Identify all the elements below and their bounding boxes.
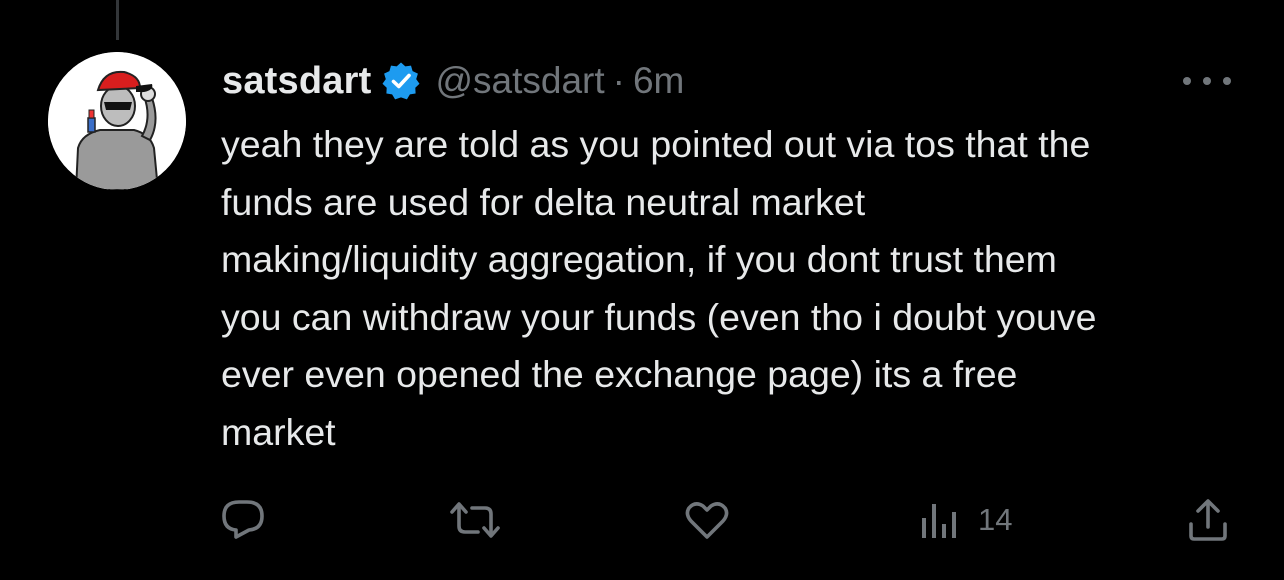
tweet-header: satsdart @satsdart · 6m — [222, 56, 684, 106]
more-dot — [1223, 77, 1231, 85]
views-count: 14 — [978, 502, 1013, 537]
avatar[interactable] — [48, 52, 186, 190]
views-icon — [922, 504, 956, 538]
reply-icon — [222, 500, 264, 539]
tweet-text: yeah they are told as you pointed out vi… — [221, 123, 1097, 453]
views-button[interactable]: 14 — [918, 500, 1012, 540]
avatar-illustration — [48, 52, 186, 190]
verified-badge-icon — [381, 61, 421, 101]
display-name[interactable]: satsdart — [222, 60, 371, 103]
share-button[interactable] — [1186, 498, 1230, 542]
retweet-icon — [450, 502, 500, 538]
user-handle[interactable]: @satsdart — [435, 60, 604, 102]
more-options-icon[interactable] — [1183, 66, 1231, 96]
share-icon — [1189, 499, 1227, 541]
more-dot — [1203, 77, 1211, 85]
like-button[interactable] — [684, 500, 730, 540]
tweet-timestamp[interactable]: 6m — [633, 60, 684, 102]
thread-connector-line — [116, 0, 119, 40]
heart-icon — [685, 502, 729, 539]
separator-dot: · — [612, 60, 625, 101]
more-dot — [1183, 77, 1191, 85]
retweet-button[interactable] — [448, 500, 502, 540]
reply-button[interactable] — [220, 498, 266, 540]
